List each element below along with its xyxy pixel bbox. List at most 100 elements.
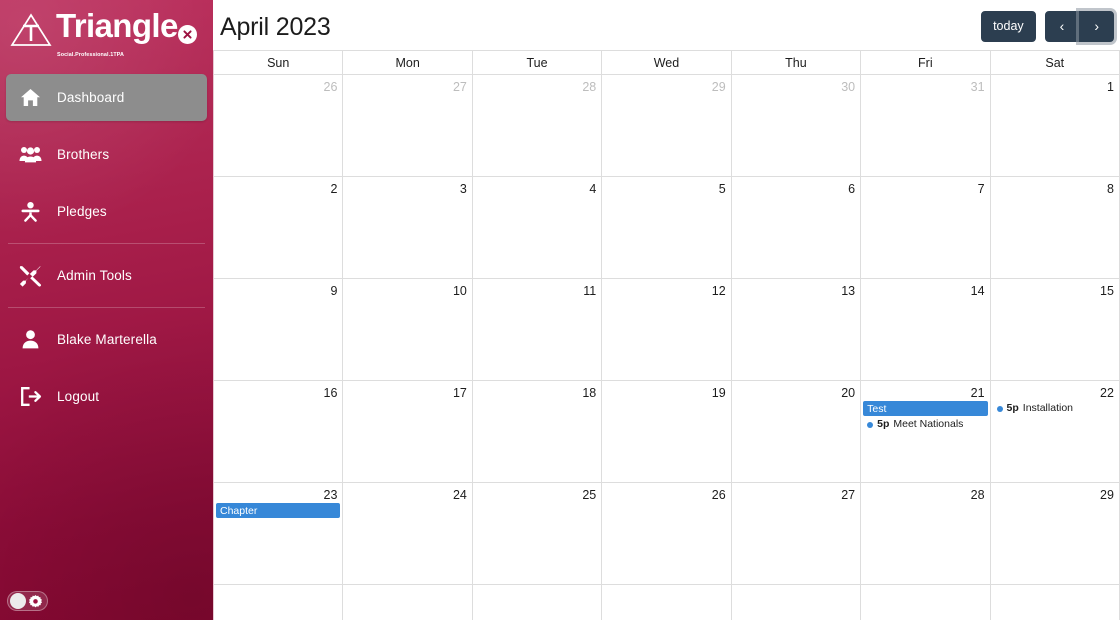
day-number: 27 xyxy=(841,488,856,502)
calendar-week-row: 2 3 4 5 6 7 8 xyxy=(214,177,1120,279)
day-header-label: Sat xyxy=(1045,55,1065,70)
day-number: 8 xyxy=(1107,182,1114,196)
day-header-cell: Tue xyxy=(472,51,603,75)
day-number: 24 xyxy=(452,488,467,502)
brand-header: Triangle Social.Professional.1TPA xyxy=(0,0,213,70)
calendar-day-cell[interactable] xyxy=(731,585,862,620)
calendar-day-cell[interactable]: 18 xyxy=(472,381,603,482)
day-header-cell: Sat xyxy=(990,51,1120,75)
day-number: 28 xyxy=(582,80,597,94)
calendar-day-cell[interactable] xyxy=(602,585,732,620)
toggle-knob xyxy=(10,593,26,609)
calendar-day-cell[interactable]: 28 xyxy=(472,75,603,176)
calendar-day-cell[interactable] xyxy=(343,585,473,620)
user-icon xyxy=(18,330,43,349)
calendar-day-cell[interactable]: 28 xyxy=(861,483,991,584)
day-number: 27 xyxy=(452,80,467,94)
calendar-day-cell[interactable]: 26 xyxy=(602,483,732,584)
day-number: 12 xyxy=(711,284,726,298)
calendar-day-cell[interactable]: 19 xyxy=(602,381,732,482)
calendar-day-cell[interactable]: 14 xyxy=(861,279,991,380)
day-number: 22 xyxy=(1100,386,1114,400)
calendar-day-cell[interactable]: 16 xyxy=(214,381,344,482)
sidebar-item-admin-tools[interactable]: Admin Tools xyxy=(6,252,207,299)
calendar-day-cell[interactable]: 25 xyxy=(472,483,603,584)
calendar-day-cell[interactable]: 11 xyxy=(472,279,603,380)
day-number: 17 xyxy=(452,386,467,400)
main-content: April 2023 today ‹ › Sun Mon Tue Wed Thu Fri S… xyxy=(213,0,1120,620)
calendar-day-cell[interactable]: 27 xyxy=(343,75,473,176)
calendar-day-cell[interactable]: 9 xyxy=(214,279,344,380)
calendar-day-cell[interactable]: 29 xyxy=(602,75,732,176)
nav-divider xyxy=(8,243,205,244)
calendar-day-cell[interactable]: 5 xyxy=(602,177,732,278)
calendar-day-cell[interactable]: 2 xyxy=(214,177,344,278)
day-number: 30 xyxy=(841,80,856,94)
calendar-day-cell[interactable]: 23 Chapter xyxy=(214,483,344,584)
calendar-day-cell[interactable]: 27 xyxy=(731,483,862,584)
calendar-day-cell[interactable]: 3 xyxy=(343,177,473,278)
gear-icon xyxy=(29,594,42,608)
today-button[interactable]: today xyxy=(981,10,1036,42)
sidebar-item-brothers[interactable]: Brothers xyxy=(6,131,207,178)
calendar-day-cell[interactable]: 17 xyxy=(343,381,473,482)
calendar-day-cell[interactable]: 30 xyxy=(731,75,862,176)
calendar-day-cell[interactable]: 7 xyxy=(861,177,991,278)
sidebar-item-user-profile[interactable]: Blake Marterella xyxy=(6,316,207,363)
prev-month-button[interactable]: ‹ xyxy=(1044,10,1080,42)
close-circle-icon[interactable] xyxy=(178,25,197,44)
calendar-event[interactable]: Test xyxy=(863,401,988,416)
sidebar-item-label: Pledges xyxy=(57,204,107,219)
calendar-toolbar: April 2023 today ‹ › xyxy=(213,0,1120,50)
calendar-event[interactable]: 5p Meet Nationals xyxy=(863,417,987,432)
calendar-day-cell[interactable] xyxy=(214,585,344,620)
calendar-day-cell[interactable]: 22 5p Installation xyxy=(990,381,1120,482)
calendar-day-cell[interactable]: 15 xyxy=(990,279,1120,380)
day-number xyxy=(473,587,601,591)
calendar-day-cell[interactable]: 21 Test 5p Meet Nationals xyxy=(861,381,991,482)
day-number: 18 xyxy=(582,386,597,400)
calendar-day-cell[interactable]: 10 xyxy=(343,279,473,380)
day-number: 26 xyxy=(323,80,338,94)
calendar-day-cell[interactable]: 4 xyxy=(472,177,603,278)
event-time: 5p xyxy=(877,418,890,430)
logout-icon xyxy=(18,387,43,406)
day-header-label: Fri xyxy=(918,55,933,70)
sidebar-item-pledges[interactable]: Pledges xyxy=(6,188,207,235)
settings-toggle[interactable] xyxy=(7,591,48,611)
event-title: Meet Nationals xyxy=(893,418,964,430)
next-month-button[interactable]: › xyxy=(1079,10,1114,42)
calendar-day-cell[interactable]: 1 xyxy=(990,75,1120,176)
app-root: Triangle Social.Professional.1TPA Dashbo… xyxy=(0,0,1120,620)
calendar-day-cell[interactable]: 31 xyxy=(861,75,991,176)
calendar-day-cell[interactable]: 13 xyxy=(731,279,862,380)
calendar-day-cell[interactable]: 12 xyxy=(602,279,732,380)
day-header-cell: Sun xyxy=(214,51,344,75)
sidebar-item-dashboard[interactable]: Dashboard xyxy=(6,74,207,121)
event-title: Installation xyxy=(1022,402,1073,414)
day-header-cell: Thu xyxy=(731,51,862,75)
event-time: 5p xyxy=(1006,402,1019,414)
calendar-day-cell[interactable] xyxy=(472,585,603,620)
calendar-body: 26 27 28 29 30 31 1 2 3 4 5 6 7 8 9 10 11 12 13 14 15 16 17 18 1… xyxy=(214,75,1120,620)
calendar-day-cell[interactable]: 26 xyxy=(214,75,344,176)
calendar-day-cell[interactable]: 6 xyxy=(731,177,862,278)
day-number: 23 xyxy=(323,488,338,502)
event-dot-icon xyxy=(996,405,1003,412)
sidebar-item-logout[interactable]: Logout xyxy=(6,373,207,420)
calendar-event[interactable]: Chapter xyxy=(216,503,341,518)
calendar-day-cell[interactable]: 8 xyxy=(990,177,1120,278)
calendar-day-cell[interactable]: 24 xyxy=(343,483,473,584)
day-number: 16 xyxy=(323,386,338,400)
day-number: 4 xyxy=(589,182,597,196)
toolbar-actions: today ‹ › xyxy=(981,9,1114,42)
day-header-cell: Mon xyxy=(343,51,473,75)
nav-button-group: ‹ › xyxy=(1044,10,1114,42)
calendar-week-row: 26 27 28 29 30 31 1 xyxy=(214,75,1120,177)
calendar-day-cell[interactable] xyxy=(861,585,991,620)
calendar-day-cell[interactable]: 29 xyxy=(990,483,1120,584)
calendar-event[interactable]: 5p Installation xyxy=(993,401,1117,416)
calendar-day-cell[interactable] xyxy=(990,585,1120,620)
calendar-day-cell[interactable]: 20 xyxy=(731,381,862,482)
sidebar-item-label: Admin Tools xyxy=(57,268,132,283)
